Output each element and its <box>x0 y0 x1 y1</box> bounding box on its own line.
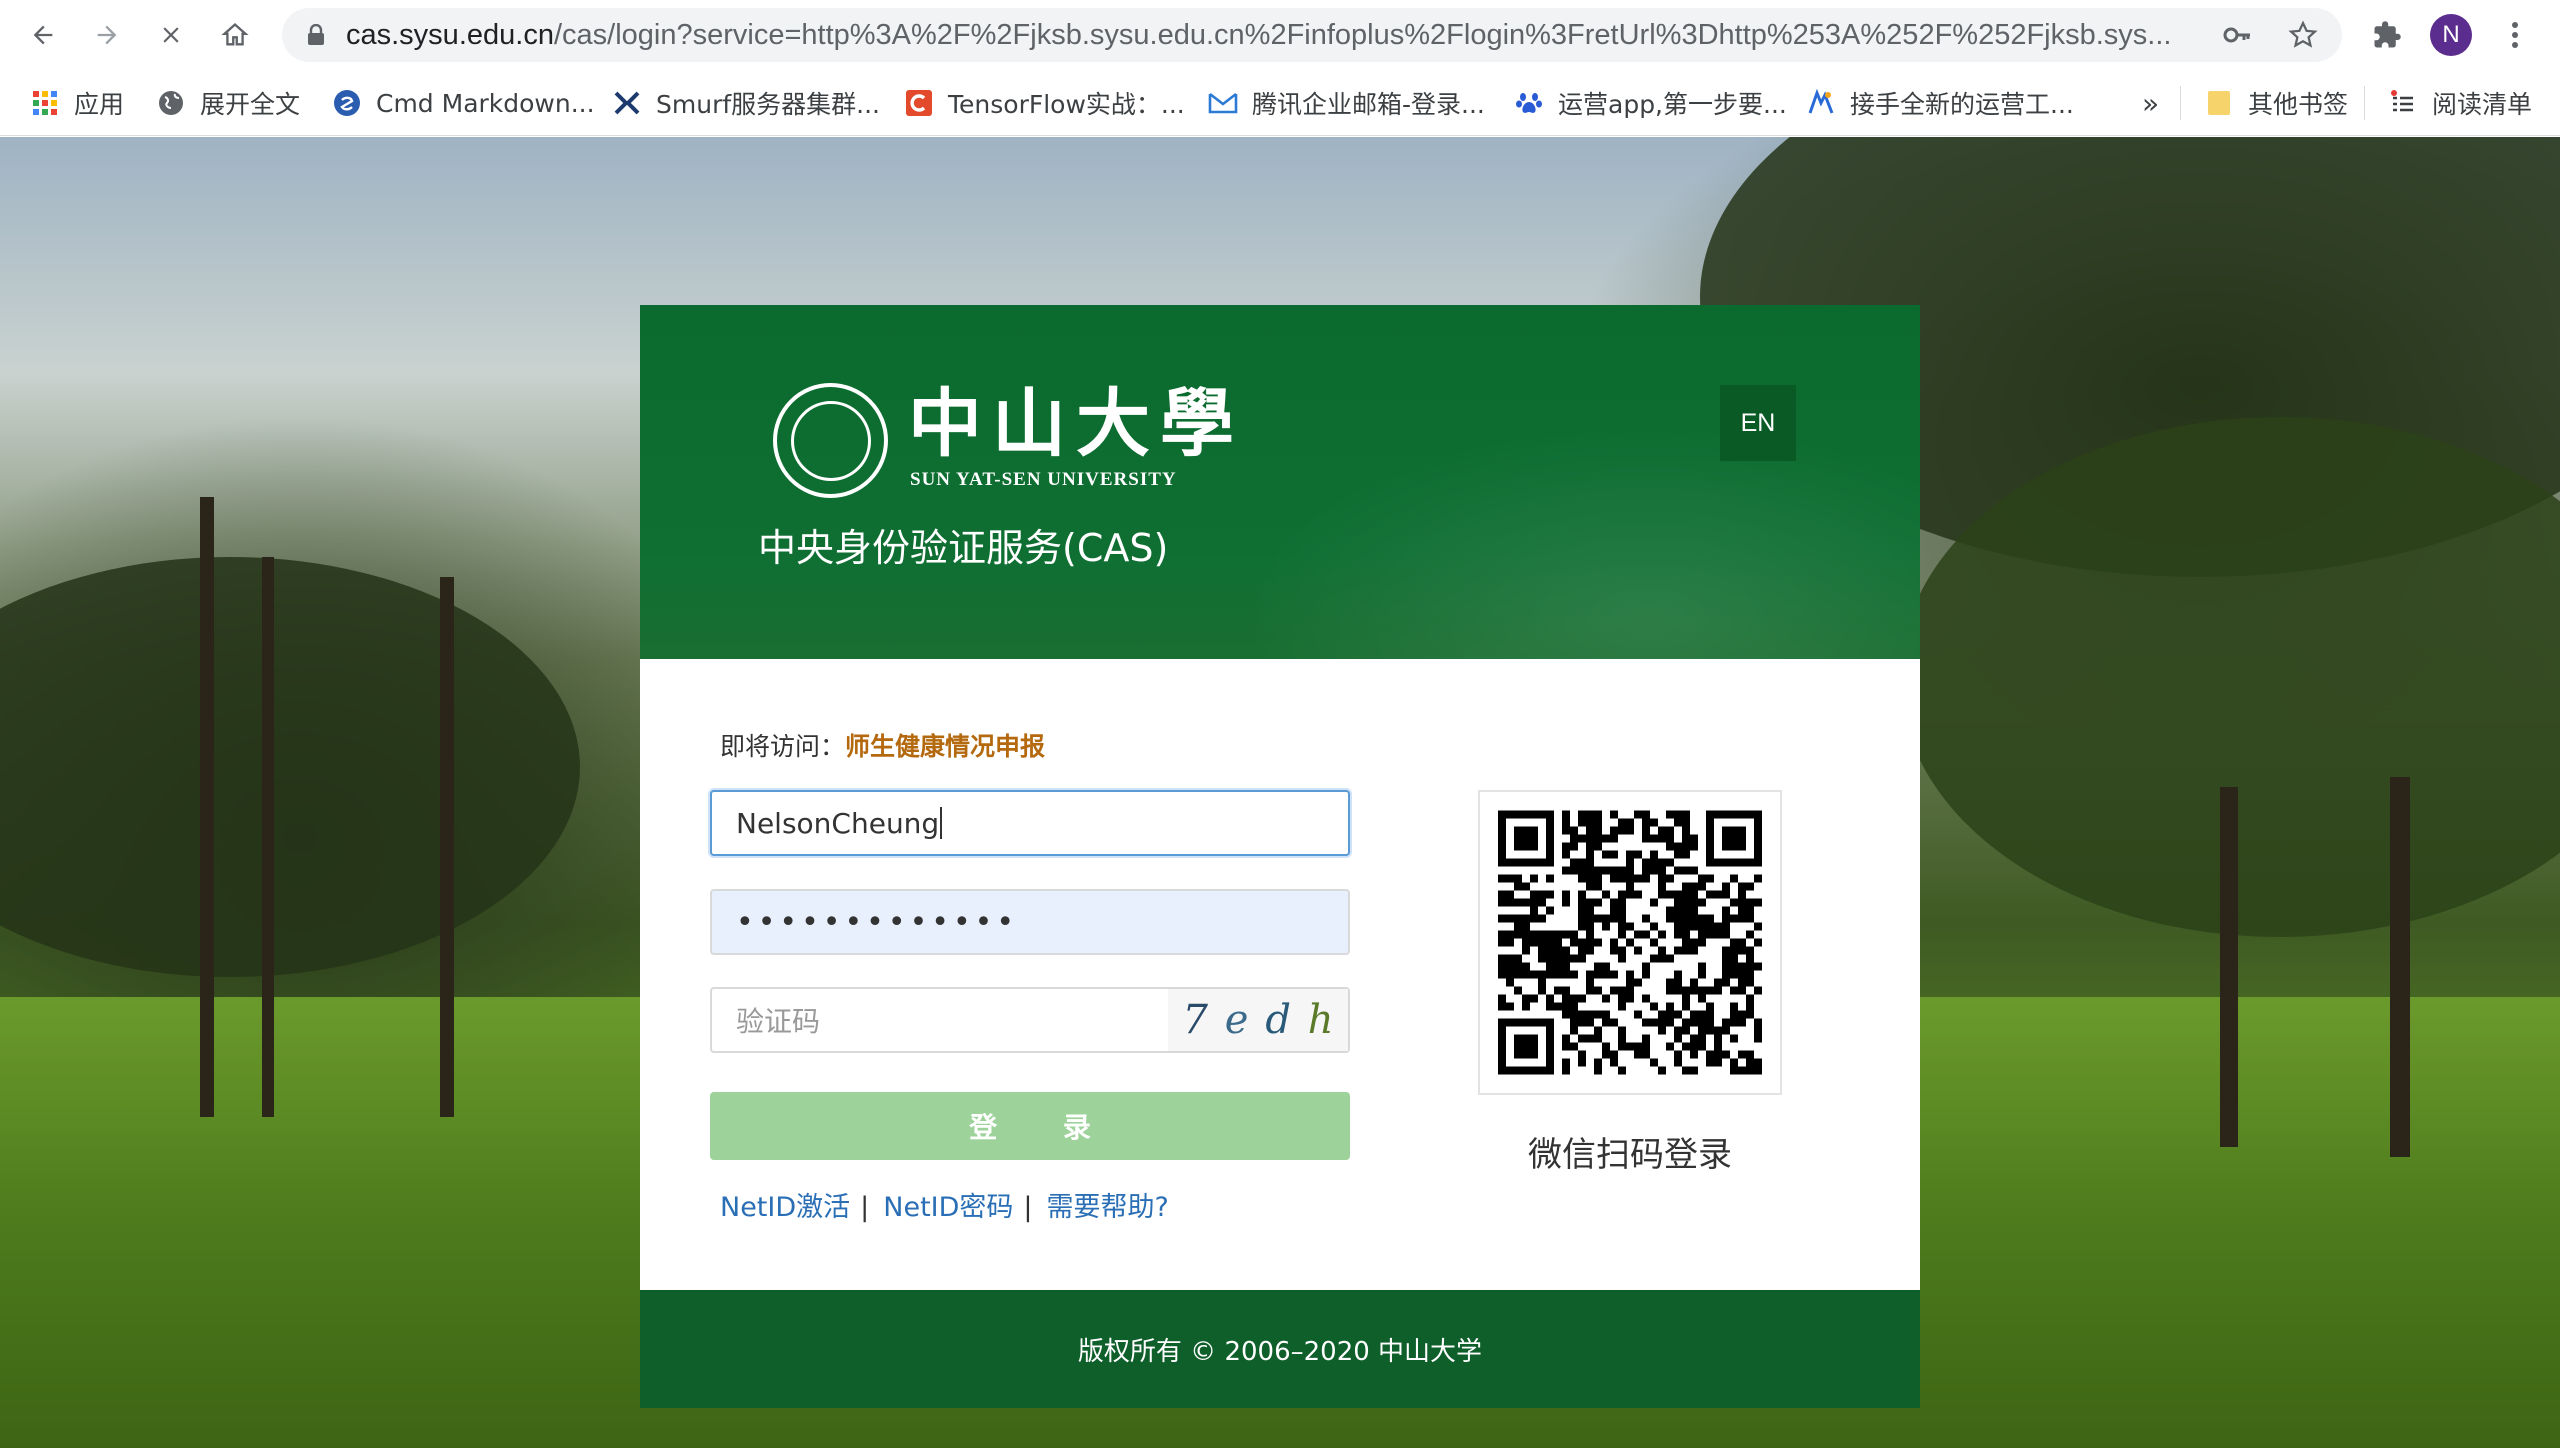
qr-modules <box>1498 810 1762 1075</box>
bookmark-label: Cmd Markdown... <box>376 88 595 118</box>
page-title: 中央身份验证服务(CAS) <box>758 526 1169 570</box>
bookmark-label: 运营app,第一步要... <box>1558 90 1787 119</box>
bookmark-divider <box>2180 86 2181 120</box>
captcha-image[interactable]: 7 e d h <box>1168 989 1348 1051</box>
cmd-markdown-icon <box>332 88 362 118</box>
bookmarks-overflow-button[interactable]: » <box>2142 70 2159 136</box>
bookmark-tencent-mail[interactable]: 腾讯企业邮箱-登录... <box>1208 70 1485 136</box>
smurf-icon <box>612 88 642 118</box>
help-links: NetID激活 | NetID密码 | 需要帮助? <box>720 1185 1169 1224</box>
captcha-char: h <box>1307 997 1334 1043</box>
close-icon <box>163 27 179 43</box>
baidu-paw-icon <box>1514 88 1544 118</box>
background-tree <box>0 557 580 977</box>
bookmark-label: Smurf服务器集群... <box>656 90 880 119</box>
bookmark-divider <box>2364 86 2365 120</box>
address-bar[interactable]: cas.sysu.edu.cn/cas/login?service=http%3… <box>282 8 2342 62</box>
visit-prefix: 即将访问： <box>720 732 846 761</box>
lock-icon <box>308 24 324 45</box>
university-logo-cn: 中山大學 <box>908 381 1244 467</box>
bookmark-label: 展开全文 <box>200 90 301 119</box>
bookmark-expand-full-text[interactable]: 展开全文 <box>156 70 300 136</box>
bookmark-label: 应用 <box>74 90 125 119</box>
text-caret <box>940 807 943 839</box>
home-button[interactable] <box>212 12 258 58</box>
stop-loading-button[interactable] <box>148 12 194 58</box>
bookmark-new-ops-work[interactable]: 接手全新的运营工... <box>1806 70 2074 136</box>
password-mask: ••••••••••••• <box>736 904 1019 940</box>
bookmark-ops-app[interactable]: 运营app,第一步要... <box>1514 70 1787 136</box>
help-link[interactable]: 需要帮助? <box>1047 1192 1169 1223</box>
browser-toolbar: cas.sysu.edu.cn/cas/login?service=http%3… <box>0 0 2560 70</box>
bookmark-tensorflow[interactable]: TensorFlow实战：... <box>904 70 1185 136</box>
link-separator: | <box>860 1192 870 1223</box>
qr-code-icon <box>1498 810 1762 1075</box>
language-toggle-button[interactable]: EN <box>1720 385 1796 461</box>
profile-avatar[interactable]: N <box>2430 14 2472 56</box>
netid-activate-link[interactable]: NetID激活 <box>720 1192 850 1223</box>
blue-logo-icon <box>1806 88 1836 118</box>
menu-button[interactable] <box>2492 12 2538 58</box>
reading-list-icon <box>2388 88 2418 118</box>
visit-notice: 即将访问：师生健康情况申报 <box>720 727 1045 763</box>
qr-caption: 微信扫码登录 <box>1528 1135 1732 1175</box>
card-header: 中山大學 SUN YAT-SEN UNIVERSITY 中央身份验证服务(CAS… <box>640 305 1920 659</box>
folder-icon <box>2204 88 2234 118</box>
tensorflow-c-icon <box>904 88 934 118</box>
link-separator: | <box>1023 1192 1033 1223</box>
bookmarks-bar: 应用 展开全文 Cmd Markdown... Smurf服务器集群... Te… <box>0 70 2560 136</box>
tree-trunk <box>2220 787 2238 1147</box>
back-button[interactable] <box>20 12 66 58</box>
captcha-input[interactable]: 验证码 7 e d h <box>710 987 1350 1053</box>
key-icon[interactable] <box>2222 22 2252 48</box>
other-bookmarks-folder[interactable]: 其他书签 <box>2204 70 2348 136</box>
login-card: 中山大學 SUN YAT-SEN UNIVERSITY 中央身份验证服务(CAS… <box>640 305 1920 1408</box>
header-campus-silhouette <box>1240 425 1920 659</box>
url-host: cas.sysu.edu.cn <box>346 19 554 51</box>
palm-trunk <box>200 497 214 1117</box>
university-logo-en: SUN YAT-SEN UNIVERSITY <box>910 469 1177 490</box>
more-vert-icon <box>2512 22 2518 48</box>
bookmark-label: TensorFlow实战：... <box>948 90 1185 119</box>
university-seal-icon <box>773 383 888 498</box>
extensions-button[interactable] <box>2364 12 2410 58</box>
home-icon <box>221 22 249 46</box>
captcha-placeholder: 验证码 <box>736 1005 821 1038</box>
bookmark-label: 接手全新的运营工... <box>1850 90 2074 119</box>
visit-target: 师生健康情况申报 <box>845 732 1046 761</box>
password-input[interactable]: ••••••••••••• <box>710 889 1350 955</box>
captcha-char: e <box>1224 997 1249 1043</box>
bookmark-apps[interactable]: 应用 <box>30 70 124 136</box>
tencent-mail-icon <box>1208 88 1238 118</box>
forward-arrow-icon <box>97 25 117 45</box>
url-text[interactable]: cas.sysu.edu.cn/cas/login?service=http%3… <box>346 8 2196 62</box>
bookmark-smurf[interactable]: Smurf服务器集群... <box>612 70 880 136</box>
bookmark-label: 腾讯企业邮箱-登录... <box>1252 90 1485 119</box>
reading-list-button[interactable]: 阅读清单 <box>2388 70 2532 136</box>
login-button[interactable]: 登 录 <box>710 1092 1350 1160</box>
star-icon[interactable] <box>2288 20 2318 50</box>
captcha-char: d <box>1265 997 1291 1043</box>
netid-password-link[interactable]: NetID密码 <box>883 1192 1013 1223</box>
puzzle-icon <box>2374 21 2401 48</box>
bookmark-label: 其他书签 <box>2248 90 2349 119</box>
palm-trunk <box>262 557 274 1117</box>
username-value: NelsonCheung <box>736 806 940 840</box>
card-footer: 版权所有 © 2006–2020 中山大学 <box>640 1290 1920 1408</box>
tree-trunk <box>2390 777 2410 1157</box>
palm-trunk <box>440 577 454 1117</box>
captcha-char: 7 <box>1182 997 1208 1043</box>
back-arrow-icon <box>33 25 53 45</box>
forward-button[interactable] <box>84 12 130 58</box>
globe-icon <box>156 88 186 118</box>
username-input[interactable]: NelsonCheung <box>710 790 1350 856</box>
wechat-qr-code[interactable] <box>1478 790 1782 1095</box>
bookmark-label: 阅读清单 <box>2432 90 2533 119</box>
apps-grid-icon <box>30 88 60 118</box>
bookmark-cmd-markdown[interactable]: Cmd Markdown... <box>332 70 595 136</box>
copyright-text: 版权所有 © 2006–2020 中山大学 <box>1077 1336 1483 1367</box>
url-path: /cas/login?service=http%3A%2F%2Fjksb.sys… <box>553 19 2172 51</box>
